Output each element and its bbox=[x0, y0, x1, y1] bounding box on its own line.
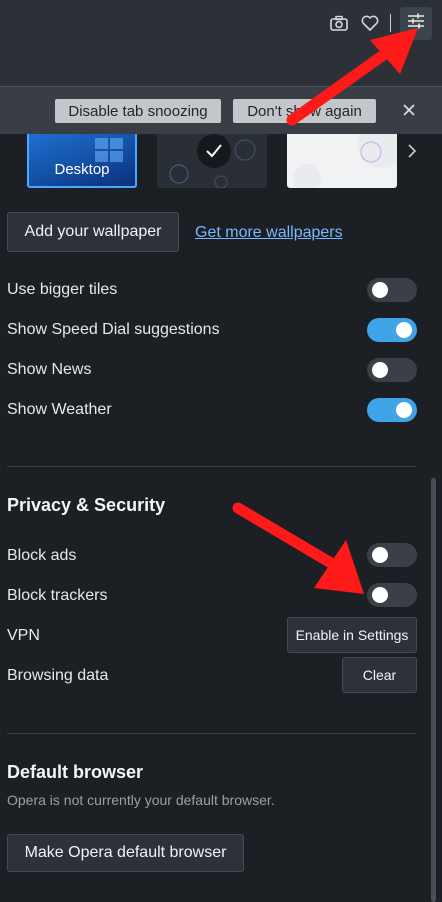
scrollbar-thumb[interactable] bbox=[431, 478, 436, 902]
toggle-knob bbox=[396, 402, 412, 418]
selected-check-badge bbox=[197, 134, 231, 168]
wallpaper-light-pattern bbox=[293, 134, 397, 188]
show-news-label: Show News bbox=[7, 361, 92, 378]
block-ads-label: Block ads bbox=[7, 547, 77, 564]
add-wallpaper-button[interactable]: Add your wallpaper bbox=[7, 212, 179, 252]
use-bigger-tiles-label: Use bigger tiles bbox=[7, 281, 118, 298]
make-default-browser-button[interactable]: Make Opera default browser bbox=[7, 834, 244, 872]
checkmark-icon bbox=[206, 144, 222, 158]
tab-snoozing-notification: Disable tab snoozing Don't show again bbox=[0, 86, 442, 134]
enable-vpn-in-settings-button[interactable]: Enable in Settings bbox=[287, 617, 417, 653]
top-toolbar bbox=[0, 0, 442, 86]
default-browser-status: Opera is not currently your default brow… bbox=[7, 792, 275, 808]
toolbar-separator bbox=[390, 14, 391, 32]
speed-dial-suggestions-label: Show Speed Dial suggestions bbox=[7, 321, 220, 338]
wallpaper-light[interactable] bbox=[287, 134, 397, 188]
section-divider bbox=[7, 466, 416, 467]
show-news-toggle[interactable] bbox=[367, 358, 417, 382]
dont-show-again-button[interactable]: Don't show again bbox=[233, 99, 376, 123]
toggle-knob bbox=[372, 547, 388, 563]
camera-icon[interactable] bbox=[328, 12, 350, 34]
privacy-security-heading: Privacy & Security bbox=[7, 495, 166, 515]
wallpaper-desktop-label: Desktop bbox=[54, 161, 110, 178]
browsing-data-label: Browsing data bbox=[7, 667, 109, 684]
disable-tab-snoozing-button[interactable]: Disable tab snoozing bbox=[55, 99, 221, 123]
vpn-label: VPN bbox=[7, 627, 40, 644]
arrow-to-block-trackers bbox=[232, 502, 364, 594]
block-trackers-label: Block trackers bbox=[7, 587, 108, 604]
section-divider bbox=[7, 733, 416, 734]
chevron-right-icon[interactable] bbox=[405, 138, 419, 164]
heart-icon[interactable] bbox=[359, 12, 381, 34]
speed-dial-suggestions-toggle[interactable] bbox=[367, 318, 417, 342]
default-browser-heading: Default browser bbox=[7, 762, 144, 782]
toggle-knob bbox=[396, 322, 412, 338]
easy-setup-icon bbox=[407, 13, 425, 34]
block-trackers-toggle[interactable] bbox=[367, 583, 417, 607]
show-weather-label: Show Weather bbox=[7, 401, 112, 418]
wallpaper-dark[interactable] bbox=[157, 134, 267, 188]
toggle-knob bbox=[372, 282, 388, 298]
wallpaper-desktop[interactable]: Desktop bbox=[27, 134, 137, 188]
block-ads-toggle[interactable] bbox=[367, 543, 417, 567]
show-weather-toggle[interactable] bbox=[367, 398, 417, 422]
clear-browsing-data-button[interactable]: Clear bbox=[342, 657, 417, 693]
toggle-knob bbox=[372, 362, 388, 378]
get-more-wallpapers-link[interactable]: Get more wallpapers bbox=[195, 224, 343, 242]
close-icon[interactable] bbox=[400, 99, 418, 121]
easy-setup-button[interactable] bbox=[400, 7, 432, 40]
use-bigger-tiles-toggle[interactable] bbox=[367, 278, 417, 302]
toggle-knob bbox=[372, 587, 388, 603]
